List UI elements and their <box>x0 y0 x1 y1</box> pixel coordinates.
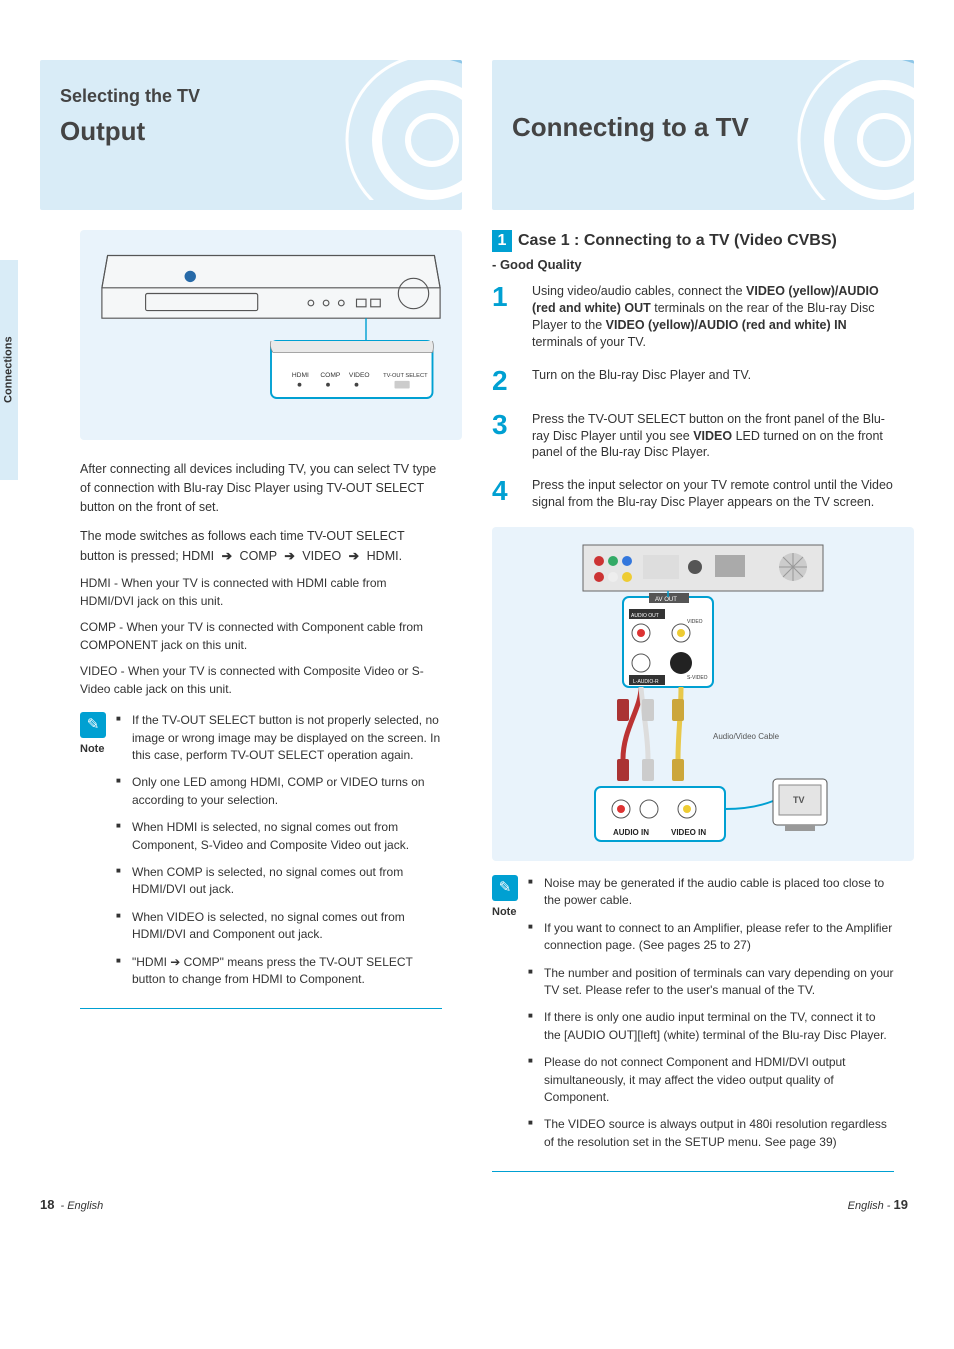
player-figure: HDMI COMP VIDEO TV-OUT SELECT <box>80 230 462 440</box>
arrow-icon: ➔ <box>218 546 236 566</box>
comp-desc: COMP - When your TV is connected with Co… <box>80 618 442 654</box>
note-label: Note <box>492 905 518 920</box>
note-item: Only one LED among HDMI, COMP or VIDEO t… <box>116 774 442 809</box>
note-item: The number and position of terminals can… <box>528 965 894 1000</box>
right-column: Connecting to a TV 1 Case 1 : Connecting … <box>492 60 914 1192</box>
svg-text:AUDIO IN: AUDIO IN <box>613 828 649 837</box>
step-number: 4 <box>492 477 522 511</box>
svg-text:TV: TV <box>793 795 805 805</box>
note-item: If you want to connect to an Amplifier, … <box>528 920 894 955</box>
svg-text:L-AUDIO-R: L-AUDIO-R <box>633 679 659 685</box>
cable-label: Audio/Video Cable <box>713 732 780 741</box>
step-text: Press the TV-OUT SELECT button on the fr… <box>532 411 894 462</box>
step-2: 2 Turn on the Blu-ray Disc Player and TV… <box>492 367 894 395</box>
note-block-left: Note If the TV-OUT SELECT button is not … <box>80 712 442 998</box>
pencil-icon <box>492 875 518 901</box>
step-4: 4 Press the input selector on your TV re… <box>492 477 894 511</box>
left-column: Selecting the TV Output <box>40 60 462 1192</box>
svg-text:S-VIDEO: S-VIDEO <box>687 675 708 681</box>
note-item: If the TV-OUT SELECT button is not prope… <box>116 712 442 764</box>
disc-icon <box>322 60 462 200</box>
note-item: The VIDEO source is always output in 480… <box>528 1116 894 1151</box>
svg-text:AUDIO OUT: AUDIO OUT <box>631 613 659 619</box>
step-text: Using video/audio cables, connect the VI… <box>532 283 894 351</box>
note-list-left: If the TV-OUT SELECT button is not prope… <box>116 712 442 998</box>
panel-hdmi-label: HDMI <box>292 372 309 379</box>
hdmi-desc: HDMI - When your TV is connected with HD… <box>80 574 442 610</box>
case-title: Case 1 : Connecting to a TV (Video CVBS) <box>518 232 837 249</box>
page-number-right: English - 19 <box>848 1196 914 1214</box>
note-item: "HDMI ➔ COMP" means press the TV-OUT SEL… <box>116 954 442 989</box>
svg-text:TV-OUT SELECT: TV-OUT SELECT <box>383 373 428 379</box>
note-item: Noise may be generated if the audio cabl… <box>528 875 894 910</box>
note-item: Please do not connect Component and HDMI… <box>528 1054 894 1106</box>
wiring-diagram: AV OUT AUDIO OUT VIDEO S-VIDEO L-AUDIO-R <box>492 527 914 861</box>
svg-text:VIDEO: VIDEO <box>349 372 370 379</box>
banner-right: Connecting to a TV <box>492 60 914 210</box>
video-desc: VIDEO - When your TV is connected with C… <box>80 662 442 698</box>
arrow-icon: ➔ <box>280 546 298 566</box>
note-item: If there is only one audio input termina… <box>528 1009 894 1044</box>
banner-left: Selecting the TV Output <box>40 60 462 210</box>
case-number: 1 <box>492 230 512 252</box>
step-number: 3 <box>492 411 522 462</box>
disc-icon <box>774 60 914 200</box>
page-number-left: 18- English <box>40 1196 103 1214</box>
intro-paragraph: After connecting all devices including T… <box>80 460 442 516</box>
note-item: When VIDEO is selected, no signal comes … <box>116 909 442 944</box>
arrow-icon: ➔ <box>345 546 363 566</box>
note-block-right: Note Noise may be generated if the audio… <box>492 875 894 1161</box>
case-subhead: - Good Quality <box>492 256 914 274</box>
step-1: 1 Using video/audio cables, connect the … <box>492 283 894 351</box>
pencil-icon <box>80 712 106 738</box>
case-heading: 1 Case 1 : Connecting to a TV (Video CVBS… <box>492 230 914 252</box>
step-text: Turn on the Blu-ray Disc Player and TV. <box>532 367 751 384</box>
note-divider <box>80 1008 442 1009</box>
svg-text:VIDEO: VIDEO <box>687 619 703 625</box>
side-tab-label: Connections <box>2 337 17 404</box>
note-item: When HDMI is selected, no signal comes o… <box>116 819 442 854</box>
step-number: 1 <box>492 283 522 351</box>
svg-text:COMP: COMP <box>320 372 340 379</box>
step-3: 3 Press the TV-OUT SELECT button on the … <box>492 411 894 462</box>
note-item: When COMP is selected, no signal comes o… <box>116 864 442 899</box>
note-list-right: Noise may be generated if the audio cabl… <box>528 875 894 1161</box>
svg-text:VIDEO IN: VIDEO IN <box>671 828 706 837</box>
svg-text:AV OUT: AV OUT <box>655 597 677 603</box>
step-number: 2 <box>492 367 522 395</box>
side-tab: Connections <box>0 260 18 480</box>
step-text: Press the input selector on your TV remo… <box>532 477 894 511</box>
note-label: Note <box>80 742 106 757</box>
mode-sequence: The mode switches as follows each time T… <box>80 526 442 566</box>
note-divider <box>492 1171 894 1172</box>
